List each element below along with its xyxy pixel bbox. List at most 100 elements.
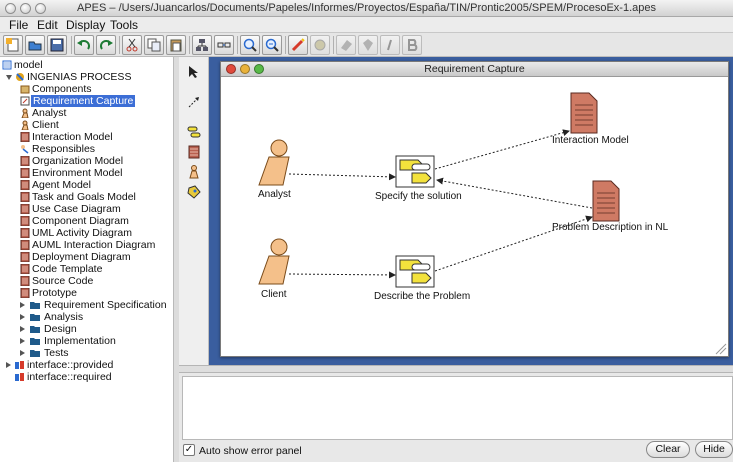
bold-button[interactable]	[402, 35, 422, 55]
zoom-out-icon	[265, 38, 279, 52]
tree-item-ingenias-process[interactable]: INGENIAS PROCESS	[6, 71, 171, 83]
diagram-edges	[258, 92, 727, 355]
expand-arrow-icon[interactable]	[20, 326, 25, 332]
new-file-icon	[6, 38, 19, 52]
document-icon	[188, 145, 200, 159]
error-panel: ✓ Auto show error panel Clear Hide	[179, 373, 733, 462]
redo-button[interactable]	[96, 35, 116, 55]
activity-node-specify[interactable]	[395, 155, 435, 188]
zoom-out-button[interactable]	[262, 35, 282, 55]
role-icon	[21, 120, 29, 130]
label-specify: Specify the solution	[375, 191, 462, 202]
label-describe: Describe the Problem	[374, 291, 471, 302]
diamond-icon	[341, 40, 352, 51]
palette-icon	[314, 39, 326, 51]
document-icon	[20, 192, 30, 202]
zoom-in-icon	[243, 38, 257, 52]
components-icon	[20, 85, 30, 94]
horizontal-splitter[interactable]	[179, 365, 733, 373]
undo-icon	[77, 40, 90, 50]
document-icon	[20, 276, 30, 286]
activity-node-describe[interactable]	[395, 255, 435, 288]
diagram-canvas[interactable]: Analyst Client Specify the solution Desc…	[221, 77, 728, 356]
document-tool-button[interactable]	[185, 143, 203, 161]
document-node-interaction[interactable]	[570, 92, 598, 134]
hide-button[interactable]: Hide	[695, 441, 733, 458]
window-title: APES – /Users/Juancarlos/Documents/Papel…	[77, 2, 656, 14]
arrow-relation-icon	[188, 97, 199, 108]
gem-button[interactable]	[358, 35, 378, 55]
collapse-arrow-icon[interactable]	[6, 75, 12, 80]
auto-show-checkbox[interactable]: ✓	[183, 444, 195, 456]
document-icon	[20, 204, 30, 214]
resize-grip-icon[interactable]	[715, 343, 727, 355]
label-analyst: Analyst	[258, 189, 291, 200]
role-tool-button[interactable]	[185, 163, 203, 181]
paste-icon	[170, 39, 182, 52]
copy-button[interactable]	[144, 35, 164, 55]
diagram-icon	[20, 96, 30, 106]
label-problem-description: Problem Description in NL	[552, 222, 669, 233]
paste-button[interactable]	[166, 35, 186, 55]
menu-display[interactable]: Display	[66, 18, 105, 32]
error-output[interactable]	[182, 376, 733, 440]
document-icon	[20, 216, 30, 226]
menu-file[interactable]: File	[9, 18, 28, 32]
new-file-button[interactable]	[3, 35, 23, 55]
document-icon	[20, 156, 30, 166]
bold-icon	[408, 39, 418, 51]
role-icon	[21, 108, 29, 118]
palette-button[interactable]	[310, 35, 330, 55]
role-node-client[interactable]	[258, 238, 290, 285]
expand-arrow-icon[interactable]	[20, 302, 25, 308]
folder-icon	[30, 314, 40, 321]
italic-icon	[387, 39, 392, 51]
save-icon	[50, 38, 64, 52]
cut-button[interactable]	[122, 35, 142, 55]
window-titlebar: APES – /Users/Juancarlos/Documents/Papel…	[0, 0, 733, 17]
label-interaction-model: Interaction Model	[552, 135, 629, 146]
document-node-problem[interactable]	[592, 180, 620, 222]
diagram-desktop: Requirement Capture Analyst Client Speci…	[209, 57, 733, 365]
document-icon	[20, 264, 30, 274]
open-button[interactable]	[25, 35, 45, 55]
wand-button[interactable]	[288, 35, 308, 55]
diamond-button[interactable]	[336, 35, 356, 55]
menu-edit[interactable]: Edit	[37, 18, 58, 32]
network-icon	[196, 39, 208, 51]
edge-analyst-specify[interactable]	[288, 173, 396, 181]
expand-arrow-icon[interactable]	[20, 338, 25, 344]
select-tool-button[interactable]	[185, 63, 203, 81]
undo-button[interactable]	[74, 35, 94, 55]
activity-tool-button[interactable]	[185, 123, 203, 141]
italic-button[interactable]	[380, 35, 400, 55]
relation-icon	[21, 145, 29, 154]
label-client: Client	[261, 289, 287, 300]
folder-icon	[30, 338, 40, 345]
guidance-tool-button[interactable]	[185, 183, 203, 201]
clear-button[interactable]: Clear	[646, 441, 690, 458]
relation-tool-button[interactable]	[185, 93, 203, 111]
expand-arrow-icon[interactable]	[6, 362, 11, 368]
save-button[interactable]	[47, 35, 67, 55]
link-button[interactable]	[214, 35, 234, 55]
zoom-in-button[interactable]	[240, 35, 260, 55]
wand-icon	[291, 38, 305, 52]
edge-specify-interaction[interactable]	[434, 129, 570, 170]
folder-icon	[30, 326, 40, 333]
diagram-title: Requirement Capture	[424, 63, 525, 75]
document-icon	[20, 180, 30, 190]
expand-arrow-icon[interactable]	[20, 314, 25, 320]
menu-tools[interactable]: Tools	[110, 18, 138, 32]
cut-icon	[126, 38, 138, 52]
role-node-analyst[interactable]	[258, 139, 290, 186]
diagram-window: Requirement Capture Analyst Client Speci…	[220, 61, 729, 357]
edge-client-describe[interactable]	[288, 271, 396, 279]
network-button[interactable]	[192, 35, 212, 55]
document-icon	[20, 288, 30, 298]
copy-icon	[147, 38, 161, 52]
expand-arrow-icon[interactable]	[20, 350, 25, 356]
document-icon	[20, 252, 30, 262]
menu-bar: File Edit Display Tools	[0, 17, 733, 33]
document-icon	[20, 228, 30, 238]
